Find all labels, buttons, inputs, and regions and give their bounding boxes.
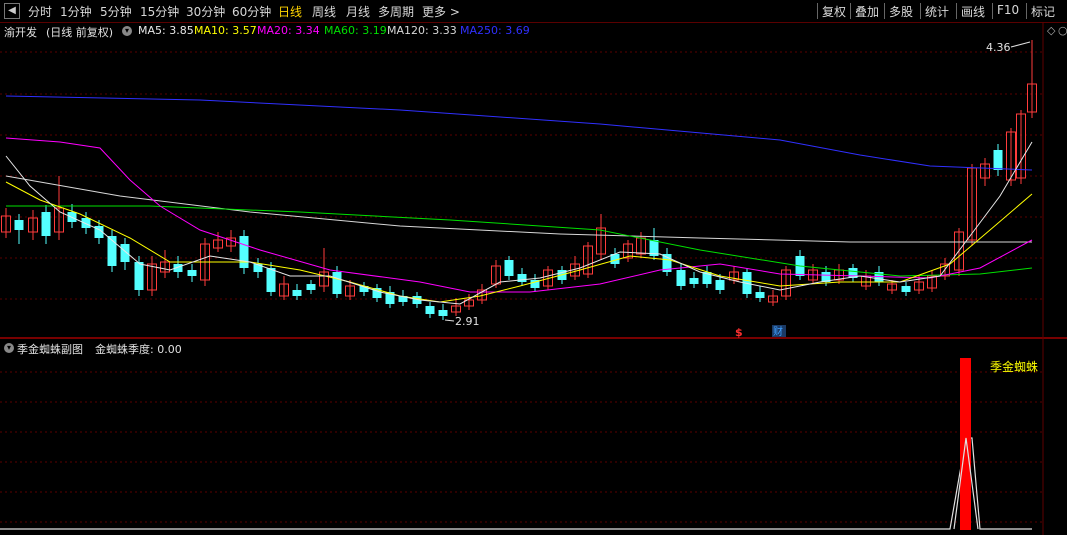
candle-body-down bbox=[425, 306, 435, 314]
event-marker-finance: 财 bbox=[773, 325, 783, 338]
chart-canvas[interactable]: 4.36 2.91 $ 财季金蜘蛛 bbox=[0, 0, 1067, 535]
low-pointer bbox=[444, 319, 455, 322]
candle-body-down bbox=[41, 212, 51, 236]
high-pointer bbox=[1010, 41, 1031, 48]
sub-legend-label: 季金蜘蛛 bbox=[990, 359, 1038, 374]
candle-body-down bbox=[120, 244, 130, 262]
candle-body-down bbox=[715, 280, 725, 290]
candle-body-down bbox=[266, 268, 276, 292]
event-marker-dollar: $ bbox=[735, 326, 743, 339]
candle-body-down bbox=[239, 236, 249, 268]
candle-body-down bbox=[755, 292, 765, 298]
candle-body-down bbox=[689, 278, 699, 284]
candle-body-down bbox=[676, 270, 686, 286]
candle-body-down bbox=[901, 286, 911, 292]
candle-body-down bbox=[14, 220, 24, 230]
candle-body-down bbox=[187, 270, 197, 276]
ma60-line bbox=[6, 205, 1033, 277]
candle-body-down bbox=[332, 272, 342, 294]
ma20-line bbox=[5, 137, 1033, 293]
candle-body-down bbox=[306, 284, 316, 290]
ma250-line bbox=[5, 95, 1033, 171]
candle-body-down bbox=[504, 260, 514, 276]
ma120-line bbox=[5, 175, 1032, 243]
sub-indicator-line bbox=[0, 437, 1032, 530]
candle-body-down bbox=[81, 218, 91, 228]
candle-body-down bbox=[292, 290, 302, 296]
candle-body-down bbox=[438, 310, 448, 316]
low-price-label: 2.91 bbox=[455, 315, 480, 328]
candle-body-down bbox=[134, 262, 144, 290]
candle-body-down bbox=[517, 274, 527, 282]
high-price-label: 4.36 bbox=[986, 41, 1011, 54]
candle-body-down bbox=[993, 150, 1003, 170]
